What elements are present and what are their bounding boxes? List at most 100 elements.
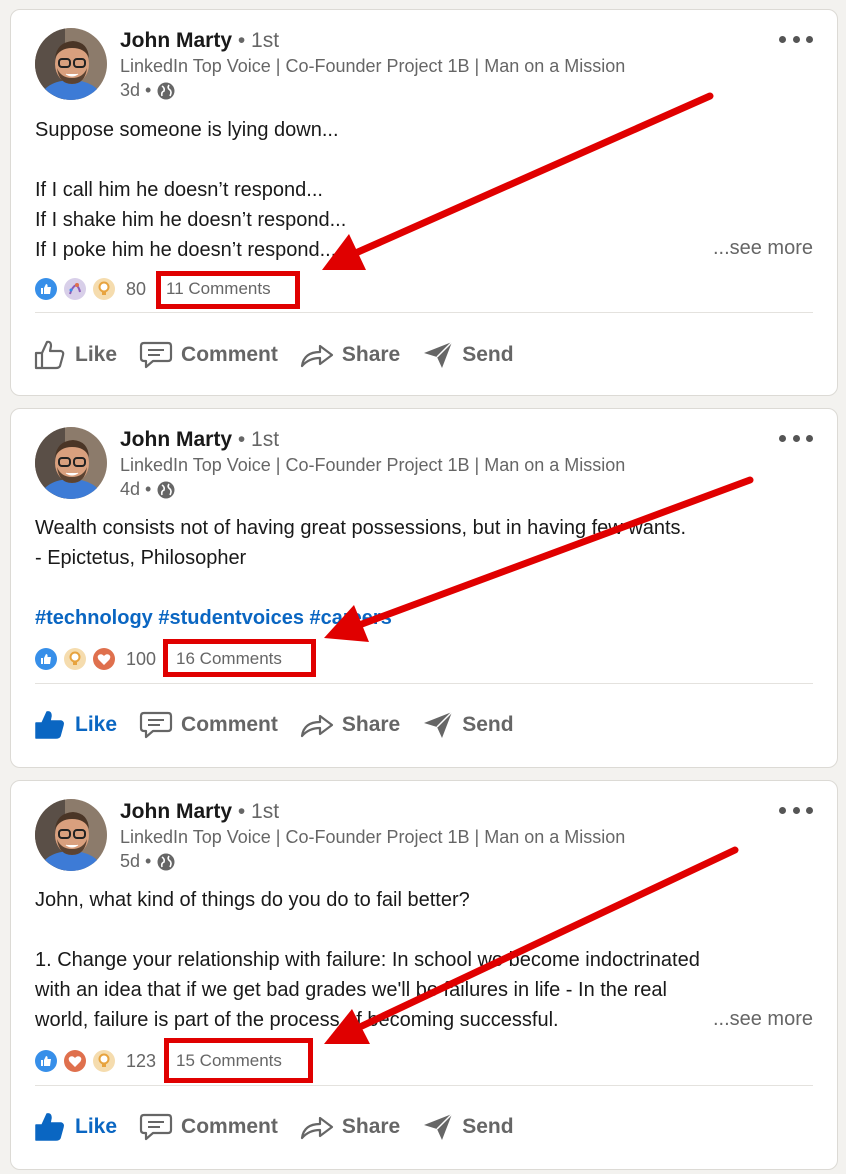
author-avatar[interactable] (35, 799, 107, 871)
post-text-line: - Epictetus, Philosopher (35, 547, 247, 569)
send-button[interactable]: Send (422, 1112, 514, 1142)
comment-icon (139, 341, 173, 369)
comment-button[interactable]: Comment (139, 340, 278, 370)
globe-icon (157, 82, 175, 99)
author-name[interactable]: John Marty (120, 428, 232, 451)
post-text-line: 1. Change your relationship with failure… (35, 949, 700, 971)
feed-post: John Marty • 1st LinkedIn Top Voice | Co… (10, 9, 838, 396)
post-text-line: If I call him he doesn’t respond... (35, 179, 323, 201)
comment-label: Comment (181, 1115, 278, 1138)
thumbs-up-filled-icon (35, 1113, 64, 1141)
comments-count-link[interactable]: 15 Comments (170, 1049, 288, 1073)
post-text-line: Suppose someone is lying down... (35, 119, 339, 141)
author-headline: LinkedIn Top Voice | Co-Founder Project … (120, 56, 626, 76)
like-button[interactable]: Like (33, 1110, 117, 1144)
send-label: Send (462, 713, 514, 736)
comment-label: Comment (181, 343, 278, 366)
reaction-count[interactable]: 100 (126, 649, 156, 670)
author-avatar[interactable] (35, 427, 107, 499)
share-button[interactable]: Share (300, 710, 400, 740)
insightful-reaction-icon (64, 648, 86, 670)
see-more-link[interactable]: ...see more (713, 1008, 813, 1031)
divider (35, 1085, 813, 1086)
send-icon (424, 1113, 453, 1140)
comment-icon (139, 711, 173, 739)
divider (35, 683, 813, 684)
comment-icon (139, 1113, 173, 1141)
like-button[interactable]: Like (33, 338, 117, 372)
post-text-line: John, what kind of things do you do to f… (35, 889, 470, 911)
post-time: 3d • (120, 80, 152, 100)
post-text-line (35, 915, 700, 945)
author-headline: LinkedIn Top Voice | Co-Founder Project … (120, 827, 626, 847)
share-label: Share (341, 713, 401, 736)
post-hashtags[interactable]: #technology #studentvoices #careers (35, 603, 392, 633)
comment-label: Comment (181, 713, 278, 736)
share-label: Share (341, 1115, 401, 1138)
love-reaction-icon (93, 648, 115, 670)
like-label: Like (75, 713, 118, 736)
avatar-photo (35, 799, 107, 871)
post-actions: Like Comment Share Send (33, 1110, 536, 1144)
post-text: John, what kind of things do you do to f… (35, 885, 700, 1035)
insightful-reaction-icon (93, 278, 115, 300)
send-button[interactable]: Send (422, 710, 514, 740)
post-meta: 5d • (120, 851, 176, 872)
like-reaction-icon (35, 648, 57, 670)
like-label: Like (75, 343, 118, 366)
send-label: Send (462, 343, 514, 366)
post-text: Suppose someone is lying down... If I ca… (35, 115, 346, 265)
share-label: Share (341, 343, 401, 366)
post-actions: Like Comment Share Send (33, 708, 536, 742)
post-text-line: If I poke him he doesn’t respond... (35, 239, 337, 261)
divider (35, 312, 813, 313)
post-text: Wealth consists not of having great poss… (35, 513, 686, 573)
avatar-photo (35, 427, 107, 499)
like-reaction-icon (35, 278, 57, 300)
love-reaction-icon (64, 1050, 86, 1072)
send-button[interactable]: Send (422, 340, 514, 370)
author-headline: LinkedIn Top Voice | Co-Founder Project … (120, 455, 626, 475)
post-text-line: with an idea that if we get bad grades w… (35, 979, 667, 1001)
comment-button[interactable]: Comment (139, 710, 278, 740)
send-icon (424, 711, 453, 738)
feed-post: John Marty • 1st LinkedIn Top Voice | Co… (10, 408, 838, 768)
feed-post: John Marty • 1st LinkedIn Top Voice | Co… (10, 780, 838, 1170)
like-label: Like (75, 1115, 118, 1138)
author-name[interactable]: John Marty (120, 800, 232, 823)
share-button[interactable]: Share (300, 340, 400, 370)
author-name[interactable]: John Marty (120, 29, 232, 52)
globe-icon (157, 481, 175, 498)
author-avatar[interactable] (35, 28, 107, 100)
comment-button[interactable]: Comment (139, 1112, 278, 1142)
send-icon (424, 341, 453, 368)
share-button[interactable]: Share (300, 1112, 400, 1142)
more-options-icon[interactable] (779, 799, 813, 821)
see-more-link[interactable]: ...see more (713, 237, 813, 260)
comments-count-link[interactable]: 11 Comments (160, 277, 277, 301)
reaction-count[interactable]: 123 (126, 1051, 156, 1072)
post-meta: 3d • (120, 80, 176, 101)
celebrate-reaction-icon (64, 278, 86, 300)
post-meta: 4d • (120, 479, 176, 500)
connection-degree: • 1st (237, 428, 280, 451)
like-button[interactable]: Like (33, 708, 117, 742)
share-icon (300, 714, 333, 738)
share-icon (300, 1116, 333, 1140)
like-reaction-icon (35, 1050, 57, 1072)
post-time: 5d • (120, 851, 152, 871)
thumbs-up-icon (34, 340, 65, 370)
more-options-icon[interactable] (779, 28, 813, 50)
insightful-reaction-icon (93, 1050, 115, 1072)
connection-degree: • 1st (237, 29, 280, 52)
post-text-line: world, failure is part of the process of… (35, 1009, 559, 1031)
post-actions: Like Comment Share Send (33, 338, 536, 372)
post-text-line: If I shake him he doesn’t respond... (35, 209, 347, 231)
more-options-icon[interactable] (779, 427, 813, 449)
social-counts: 80 11 Comments (35, 277, 277, 301)
social-counts: 123 15 Comments (35, 1049, 288, 1073)
globe-icon (157, 853, 175, 870)
post-text-line (35, 145, 346, 175)
reaction-count[interactable]: 80 (126, 279, 146, 300)
comments-count-link[interactable]: 16 Comments (170, 647, 288, 671)
